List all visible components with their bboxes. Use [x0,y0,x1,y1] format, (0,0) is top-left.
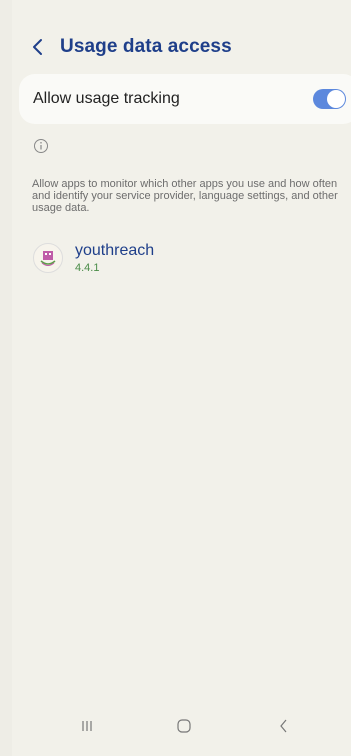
back-button[interactable] [24,34,52,60]
toggle-knob [327,90,345,108]
app-text: youthreach 4.4.1 [75,242,154,275]
app-version: 4.4.1 [75,262,100,274]
info-icon [34,139,48,153]
page-title: Usage data access [60,36,232,57]
chevron-left-icon [33,39,42,55]
settings-screen: Usage data access Allow usage tracking A… [12,0,351,756]
description-text: Allow apps to monitor which other apps y… [32,178,338,214]
nav-back-button[interactable] [269,714,299,738]
header: Usage data access [12,34,232,60]
recents-icon [82,721,92,731]
home-icon [177,719,191,733]
allow-usage-tracking-row[interactable]: Allow usage tracking [19,74,351,124]
app-icon [33,243,63,273]
usage-tracking-toggle[interactable] [313,89,346,109]
home-button[interactable] [169,714,199,738]
app-name: youthreach [75,242,155,259]
list-item[interactable]: youthreach 4.4.1 [12,238,351,284]
allow-usage-tracking-label: Allow usage tracking [33,90,180,107]
navigation-bar [12,706,351,756]
recents-button[interactable] [72,714,102,738]
back-icon [280,719,287,733]
